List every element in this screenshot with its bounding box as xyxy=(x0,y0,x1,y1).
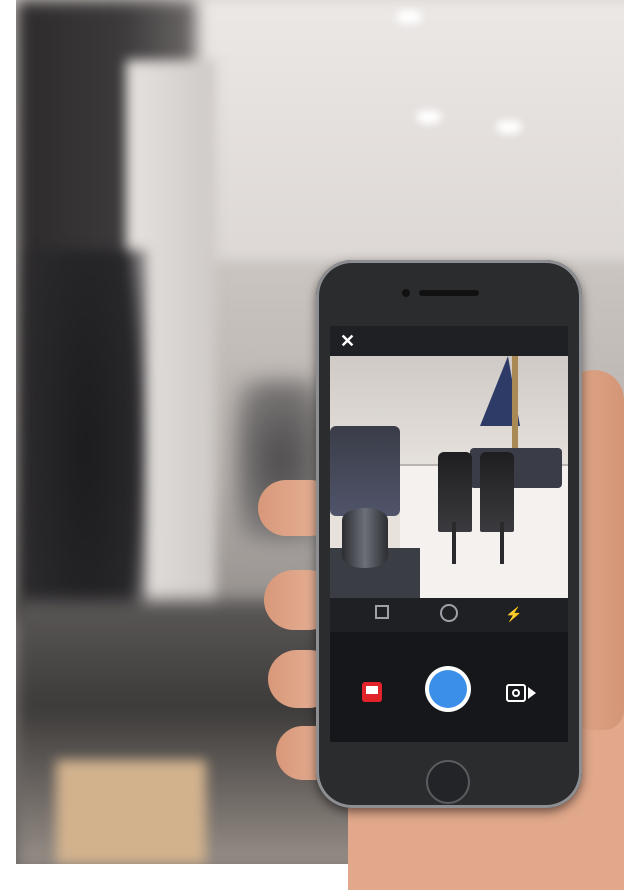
grid-icon[interactable] xyxy=(370,604,394,624)
viewfinder-tape-roll xyxy=(342,508,388,568)
earpiece-speaker xyxy=(419,290,479,296)
ceiling-light xyxy=(396,10,422,24)
smartphone: ✕ ⚡ xyxy=(316,260,582,808)
boomerang-icon[interactable] xyxy=(362,682,382,702)
viewfinder-shoe xyxy=(480,452,514,532)
viewfinder-heel xyxy=(500,522,504,564)
flip-camera-icon[interactable] xyxy=(437,604,461,627)
camera-viewfinder[interactable] xyxy=(330,356,568,598)
home-button[interactable] xyxy=(426,760,470,804)
ceiling xyxy=(166,0,624,260)
shutter-button-inner[interactable] xyxy=(429,670,467,708)
viewfinder-heel xyxy=(452,522,456,564)
viewfinder-shoe xyxy=(438,452,472,532)
ceiling-light xyxy=(416,110,442,124)
camera-top-bar: ✕ xyxy=(330,326,568,356)
shutter-button[interactable] xyxy=(425,666,471,712)
display-table xyxy=(56,760,206,864)
video-lens xyxy=(512,689,520,697)
viewfinder-pole xyxy=(512,356,518,451)
flash-icon[interactable]: ⚡ xyxy=(502,604,526,624)
camera-controls xyxy=(330,632,568,742)
video-mode-icon[interactable] xyxy=(506,684,536,702)
ceiling-light xyxy=(496,120,522,134)
viewfinder-folded-clothes xyxy=(330,426,400,516)
close-icon[interactable]: ✕ xyxy=(340,330,355,352)
front-camera xyxy=(402,289,410,297)
camera-screen: ✕ ⚡ xyxy=(330,326,568,742)
camera-toolbar: ⚡ xyxy=(330,598,568,632)
